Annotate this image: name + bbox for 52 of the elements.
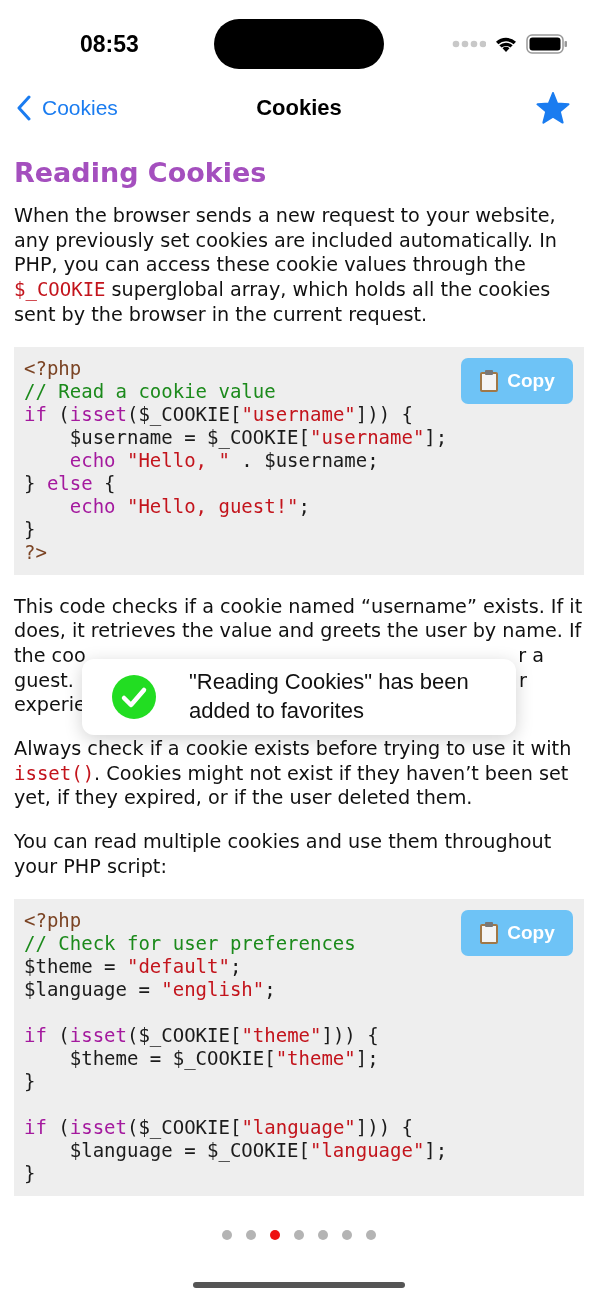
body-paragraph: You can read multiple cookies and use them throughout your PHP script: <box>14 830 553 880</box>
code-line: if (isset($_COOKIE["username"])) { <box>24 402 413 426</box>
page-dot[interactable] <box>222 1229 232 1240</box>
battery-icon <box>526 34 568 54</box>
code-line: if (isset($_COOKIE["language"])) { <box>24 1114 413 1139</box>
section-heading: Reading Cookies <box>14 157 268 188</box>
back-button[interactable]: Cookies <box>16 95 118 121</box>
code-line: <?php <box>24 356 82 380</box>
code-line: <?php <box>24 908 82 932</box>
code-line: $username = $_COOKIE["username"]; <box>69 425 448 449</box>
paragraph-fragment: guest. <box>14 668 74 694</box>
paragraph-fragment: does, it retrieves the value and greets the user by name. If <box>14 619 582 644</box>
code-line: } else { <box>24 471 116 495</box>
page-dot[interactable] <box>294 1229 304 1240</box>
code-line: } <box>24 1069 36 1093</box>
code-line: $theme = $_COOKIE["theme"]; <box>69 1046 379 1070</box>
page-dot[interactable] <box>342 1229 352 1240</box>
success-check-icon <box>111 674 157 720</box>
clipboard-icon <box>479 368 500 393</box>
page-dot[interactable] <box>246 1229 256 1240</box>
body-paragraph: Always check if a cookie exists before trying to use it with isset(). Cookies might not exist if they haven’t been set yet, if they expired, or if the user deleted them. <box>14 737 573 812</box>
code-line: echo "Hello, guest!"; <box>69 494 310 518</box>
code-line: $language = $_COOKIE["language"]; <box>69 1138 448 1162</box>
code-line: $language = "english"; <box>24 977 276 1001</box>
code-line: // Check for user preferences <box>24 931 356 955</box>
code-line: echo "Hello, " . $username; <box>69 448 379 472</box>
page-dot[interactable] <box>318 1229 328 1240</box>
chevron-left-icon <box>16 95 32 121</box>
toast-message: "Reading Cookies" has been added to favorites <box>189 668 470 725</box>
star-icon <box>536 92 570 124</box>
paragraph-fragment: experie <box>14 693 86 719</box>
favorite-button[interactable] <box>536 92 570 124</box>
code-line: } <box>24 517 36 541</box>
paragraph-fragment: This code checks if a cookie named “username” exists. If it <box>14 594 583 620</box>
code-line: if (isset($_COOKIE["theme"])) { <box>24 1022 379 1047</box>
page-dot[interactable] <box>366 1229 376 1240</box>
code-line: } <box>24 1161 36 1185</box>
signal-icon <box>452 40 486 48</box>
page-dot[interactable] <box>270 1229 280 1240</box>
code-line: // Read a cookie value <box>24 379 276 403</box>
paragraph-fragment: r <box>519 668 527 694</box>
clipboard-icon <box>479 920 500 945</box>
copy-button[interactable]: Copy <box>461 909 573 956</box>
wifi-icon <box>494 35 518 53</box>
status-time: 08:53 <box>80 30 139 58</box>
copy-button[interactable]: Copy <box>461 357 573 404</box>
body-paragraph: When the browser sends a new request to your website, any previously set cookies are included automatically. In PHP, you can access these cookie values through the $_COOKIE superglobal array, which holds all the cookies sent by the browser in the current request. <box>14 204 558 328</box>
screen-title: Cookies <box>256 95 342 120</box>
code-line: $theme = "default"; <box>24 954 242 978</box>
paragraph-fragment: r a <box>518 643 544 669</box>
code-line: ?> <box>24 540 47 564</box>
paragraph-fragment: the coo <box>14 643 86 669</box>
